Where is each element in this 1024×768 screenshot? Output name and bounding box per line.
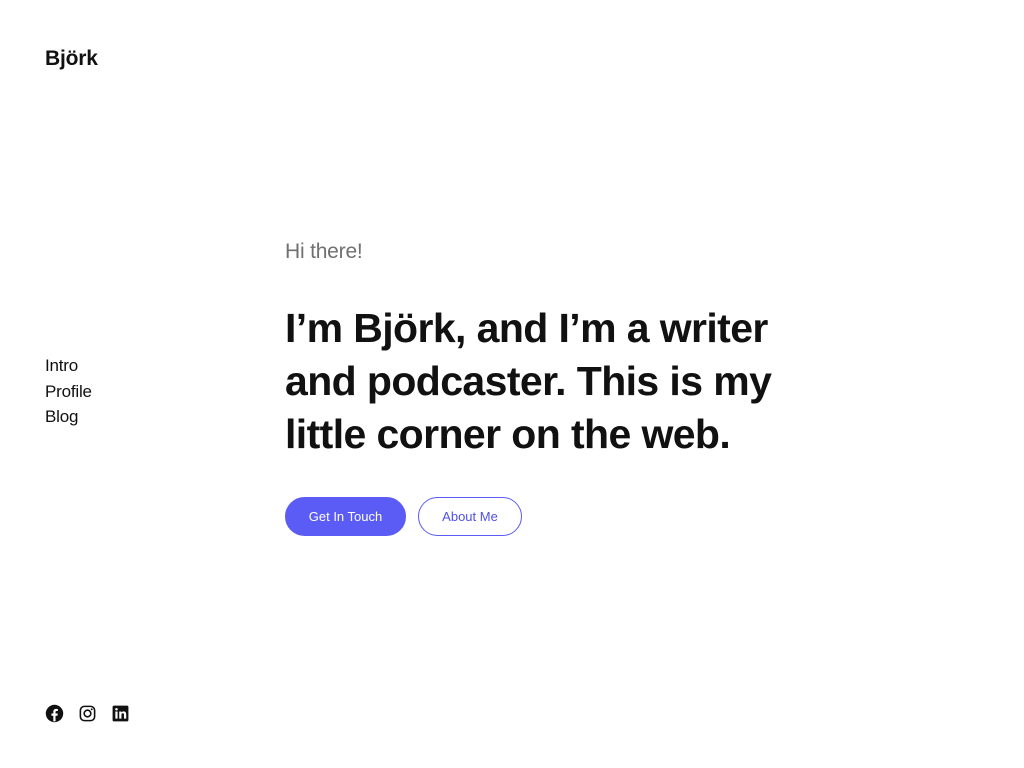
hero-greeting: Hi there! bbox=[285, 240, 363, 263]
linkedin-link[interactable] bbox=[111, 704, 130, 723]
instagram-link[interactable] bbox=[78, 704, 97, 723]
instagram-icon bbox=[79, 705, 96, 722]
hero-section: Hi there! I’m Björk, and I’m a writer an… bbox=[285, 238, 845, 536]
nav-item-profile[interactable]: Profile bbox=[45, 379, 92, 405]
side-nav: Intro Profile Blog bbox=[45, 353, 92, 430]
get-in-touch-button[interactable]: Get In Touch bbox=[285, 497, 406, 536]
about-me-button[interactable]: About Me bbox=[418, 497, 522, 536]
social-links bbox=[45, 704, 130, 723]
facebook-icon bbox=[45, 704, 64, 723]
nav-item-intro[interactable]: Intro bbox=[45, 353, 92, 379]
facebook-link[interactable] bbox=[45, 704, 64, 723]
hero-heading: I’m Björk, and I’m a writer and podcaste… bbox=[285, 305, 772, 457]
page: Björk Intro Profile Blog Hi there! I’m B… bbox=[0, 0, 1024, 768]
site-title[interactable]: Björk bbox=[45, 47, 98, 71]
nav-item-blog[interactable]: Blog bbox=[45, 404, 92, 430]
hero-buttons: Get In Touch About Me bbox=[285, 497, 845, 536]
linkedin-icon bbox=[112, 705, 129, 722]
